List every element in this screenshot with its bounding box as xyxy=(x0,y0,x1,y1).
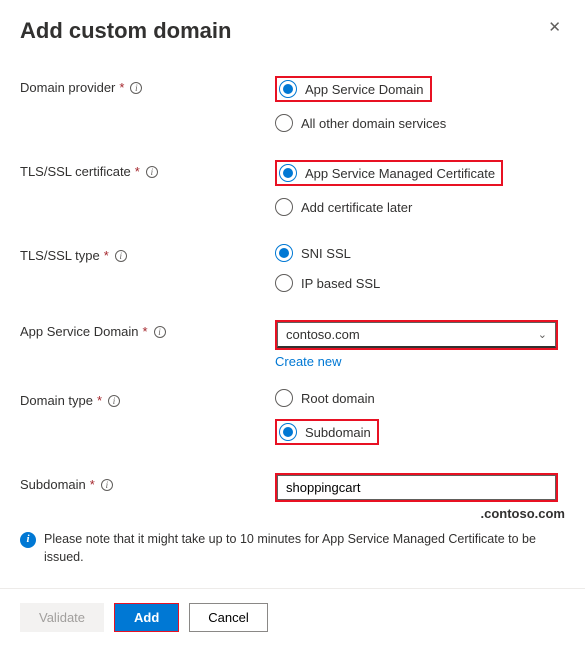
radio-label: All other domain services xyxy=(301,116,446,131)
info-icon[interactable]: i xyxy=(130,82,142,94)
panel-title: Add custom domain xyxy=(20,18,231,44)
radio-label: IP based SSL xyxy=(301,276,380,291)
radio-add-cert-later[interactable]: Add certificate later xyxy=(275,198,565,216)
domain-provider-label: Domain provider * i xyxy=(20,76,275,95)
required-asterisk: * xyxy=(104,248,109,263)
domain-type-label: Domain type * i xyxy=(20,389,275,408)
radio-label: App Service Managed Certificate xyxy=(305,166,495,181)
create-new-link[interactable]: Create new xyxy=(275,354,341,369)
required-asterisk: * xyxy=(97,393,102,408)
tls-type-label: TLS/SSL type * i xyxy=(20,244,275,263)
required-asterisk: * xyxy=(90,477,95,492)
radio-selected-icon xyxy=(279,423,297,441)
footer: Validate Add Cancel xyxy=(0,589,585,646)
validate-button: Validate xyxy=(20,603,104,632)
radio-root-domain[interactable]: Root domain xyxy=(275,389,565,407)
panel-header: Add custom domain ✕ xyxy=(20,18,565,44)
radio-label: Root domain xyxy=(301,391,375,406)
app-service-domain-select[interactable]: contoso.com ⌄ xyxy=(277,322,556,348)
radio-unselected-icon xyxy=(275,198,293,216)
radio-sni-ssl[interactable]: SNI SSL xyxy=(275,244,565,262)
chevron-down-icon: ⌄ xyxy=(538,328,547,341)
radio-app-service-domain[interactable]: App Service Domain xyxy=(279,80,424,98)
radio-unselected-icon xyxy=(275,274,293,292)
radio-subdomain[interactable]: Subdomain xyxy=(279,423,371,441)
info-icon: i xyxy=(20,532,36,548)
add-button[interactable]: Add xyxy=(115,604,178,631)
info-icon[interactable]: i xyxy=(101,479,113,491)
subdomain-suffix: .contoso.com xyxy=(275,506,565,521)
radio-label: Add certificate later xyxy=(301,200,412,215)
subdomain-input[interactable] xyxy=(277,475,556,500)
app-service-domain-label: App Service Domain * i xyxy=(20,320,275,339)
info-icon[interactable]: i xyxy=(154,326,166,338)
info-icon[interactable]: i xyxy=(108,395,120,407)
required-asterisk: * xyxy=(119,80,124,95)
radio-ip-ssl[interactable]: IP based SSL xyxy=(275,274,565,292)
required-asterisk: * xyxy=(143,324,148,339)
radio-label: App Service Domain xyxy=(305,82,424,97)
select-value: contoso.com xyxy=(286,327,360,342)
required-asterisk: * xyxy=(135,164,140,179)
radio-selected-icon xyxy=(279,80,297,98)
info-icon[interactable]: i xyxy=(115,250,127,262)
subdomain-label: Subdomain * i xyxy=(20,473,275,492)
radio-unselected-icon xyxy=(275,389,293,407)
radio-managed-cert[interactable]: App Service Managed Certificate xyxy=(279,164,495,182)
info-icon[interactable]: i xyxy=(146,166,158,178)
radio-selected-icon xyxy=(279,164,297,182)
tls-cert-label: TLS/SSL certificate * i xyxy=(20,160,275,179)
radio-other-domain-services[interactable]: All other domain services xyxy=(275,114,565,132)
cancel-button[interactable]: Cancel xyxy=(189,603,267,632)
radio-label: Subdomain xyxy=(305,425,371,440)
radio-label: SNI SSL xyxy=(301,246,351,261)
close-button[interactable]: ✕ xyxy=(544,18,565,37)
note-text: Please note that it might take up to 10 … xyxy=(44,531,565,566)
info-note: i Please note that it might take up to 1… xyxy=(20,531,565,566)
radio-selected-icon xyxy=(275,244,293,262)
radio-unselected-icon xyxy=(275,114,293,132)
